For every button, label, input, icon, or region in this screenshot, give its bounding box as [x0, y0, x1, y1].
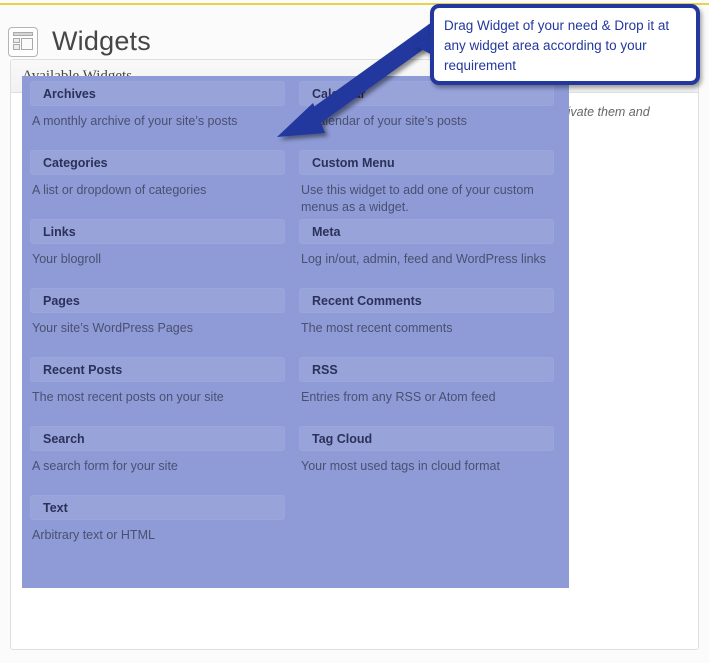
- widget-item[interactable]: Calendar A calendar of your site’s posts: [299, 81, 554, 130]
- widget-item[interactable]: Archives A monthly archive of your site’s…: [30, 81, 285, 130]
- instruction-callout: Drag Widget of your need & Drop it at an…: [430, 4, 700, 85]
- widget-item[interactable]: Meta Log in/out, admin, feed and WordPres…: [299, 219, 554, 268]
- widget-item[interactable]: Custom Menu Use this widget to add one of…: [299, 150, 554, 216]
- widget-item[interactable]: Pages Your site’s WordPress Pages: [30, 288, 285, 337]
- widget-item[interactable]: Categories A list or dropdown of categori…: [30, 150, 285, 199]
- widget-item-description: A list or dropdown of categories: [32, 183, 207, 197]
- widget-item-title[interactable]: Meta: [299, 219, 554, 244]
- widget-item-description: Log in/out, admin, feed and WordPress li…: [301, 252, 547, 266]
- page-title: Widgets: [52, 26, 151, 57]
- widget-item-description: A monthly archive of your site’s posts: [32, 114, 238, 128]
- available-widgets-droparea[interactable]: Archives A monthly archive of your site’s…: [22, 76, 569, 588]
- widget-item-title[interactable]: Tag Cloud: [299, 426, 554, 451]
- widget-item-title[interactable]: Categories: [30, 150, 285, 175]
- widget-item[interactable]: Text Arbitrary text or HTML: [30, 495, 285, 544]
- widget-item-title[interactable]: RSS: [299, 357, 554, 382]
- widget-item[interactable]: RSS Entries from any RSS or Atom feed: [299, 357, 554, 406]
- widget-item-description: Your most used tags in cloud format: [301, 459, 500, 473]
- widget-item-description: Your site’s WordPress Pages: [32, 321, 193, 335]
- widget-item-description: The most recent posts on your site: [32, 390, 224, 404]
- widget-item-description: Entries from any RSS or Atom feed: [301, 390, 496, 404]
- widget-item-title[interactable]: Pages: [30, 288, 285, 313]
- widget-item-title[interactable]: Search: [30, 426, 285, 451]
- widget-item-description: A search form for your site: [32, 459, 178, 473]
- widget-item-description: A calendar of your site’s posts: [301, 114, 467, 128]
- widget-item-title[interactable]: Links: [30, 219, 285, 244]
- widgets-layout-icon: [8, 26, 38, 57]
- widget-item[interactable]: Recent Posts The most recent posts on you…: [30, 357, 285, 406]
- widget-item-description: Your blogroll: [32, 252, 102, 266]
- widget-item[interactable]: Search A search form for your site: [30, 426, 285, 475]
- widget-item-title[interactable]: Custom Menu: [299, 150, 554, 175]
- widget-item[interactable]: Links Your blogroll: [30, 219, 285, 268]
- widget-item-title[interactable]: Archives: [30, 81, 285, 106]
- widget-item[interactable]: Recent Comments The most recent comments: [299, 288, 554, 337]
- callout-text: Drag Widget of your need & Drop it at an…: [444, 18, 670, 73]
- widget-item-description: Use this widget to add one of your custo…: [301, 183, 534, 214]
- widget-item-description: The most recent comments: [301, 321, 453, 335]
- widget-item-title[interactable]: Text: [30, 495, 285, 520]
- widget-item-title[interactable]: Recent Comments: [299, 288, 554, 313]
- widget-item-description: Arbitrary text or HTML: [32, 528, 155, 542]
- widget-item[interactable]: Tag Cloud Your most used tags in cloud fo…: [299, 426, 554, 475]
- widget-item-title[interactable]: Recent Posts: [30, 357, 285, 382]
